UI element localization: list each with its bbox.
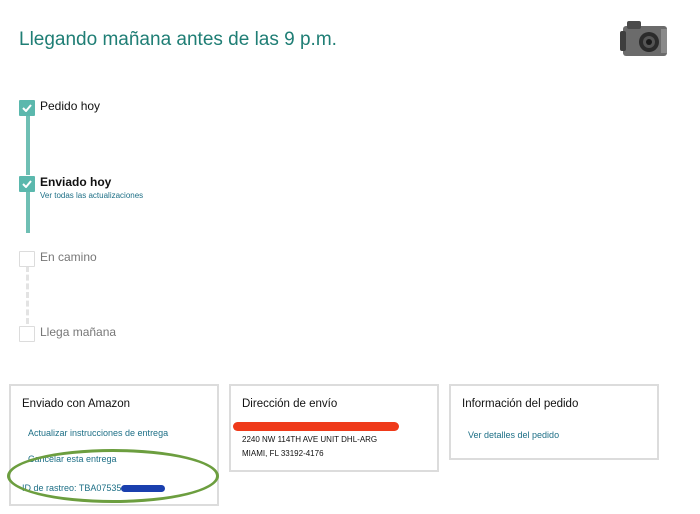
checkbox-checked-icon <box>19 100 35 116</box>
checkbox-empty-icon <box>19 326 35 342</box>
view-order-details-link[interactable]: Ver detalles del pedido <box>468 430 559 440</box>
timeline-pending-line <box>26 266 29 324</box>
update-delivery-instructions-link[interactable]: Actualizar instrucciones de entrega <box>28 428 168 438</box>
shipping-address-card: Dirección de envío 2240 NW 114TH AVE UNI… <box>229 384 439 472</box>
card-title: Dirección de envío <box>242 398 338 410</box>
order-info-card: Información del pedido Ver detalles del … <box>449 384 659 460</box>
address-line: 2240 NW 114TH AVE UNIT DHL-ARG <box>242 435 378 444</box>
view-all-updates-link[interactable]: Ver todas las actualizaciones <box>40 191 143 200</box>
step-label: Llega mañana <box>40 325 117 339</box>
card-title: Información del pedido <box>462 398 579 410</box>
redaction-mark <box>233 422 399 431</box>
checkbox-checked-icon <box>19 176 35 192</box>
checkbox-empty-icon <box>19 251 35 267</box>
timeline-progress-line <box>26 115 30 175</box>
highlight-annotation <box>7 449 219 503</box>
step-label: En camino <box>40 250 97 264</box>
step-label: Enviado hoy <box>40 175 112 189</box>
address-line: MIAMI, FL 33192-4176 <box>242 449 324 458</box>
product-thumbnail[interactable] <box>619 17 671 61</box>
step-label: Pedido hoy <box>40 99 101 113</box>
card-title: Enviado con Amazon <box>22 398 131 410</box>
delivery-status-title: Llegando mañana antes de las 9 p.m. <box>19 29 337 50</box>
timeline-progress-line <box>26 190 30 233</box>
